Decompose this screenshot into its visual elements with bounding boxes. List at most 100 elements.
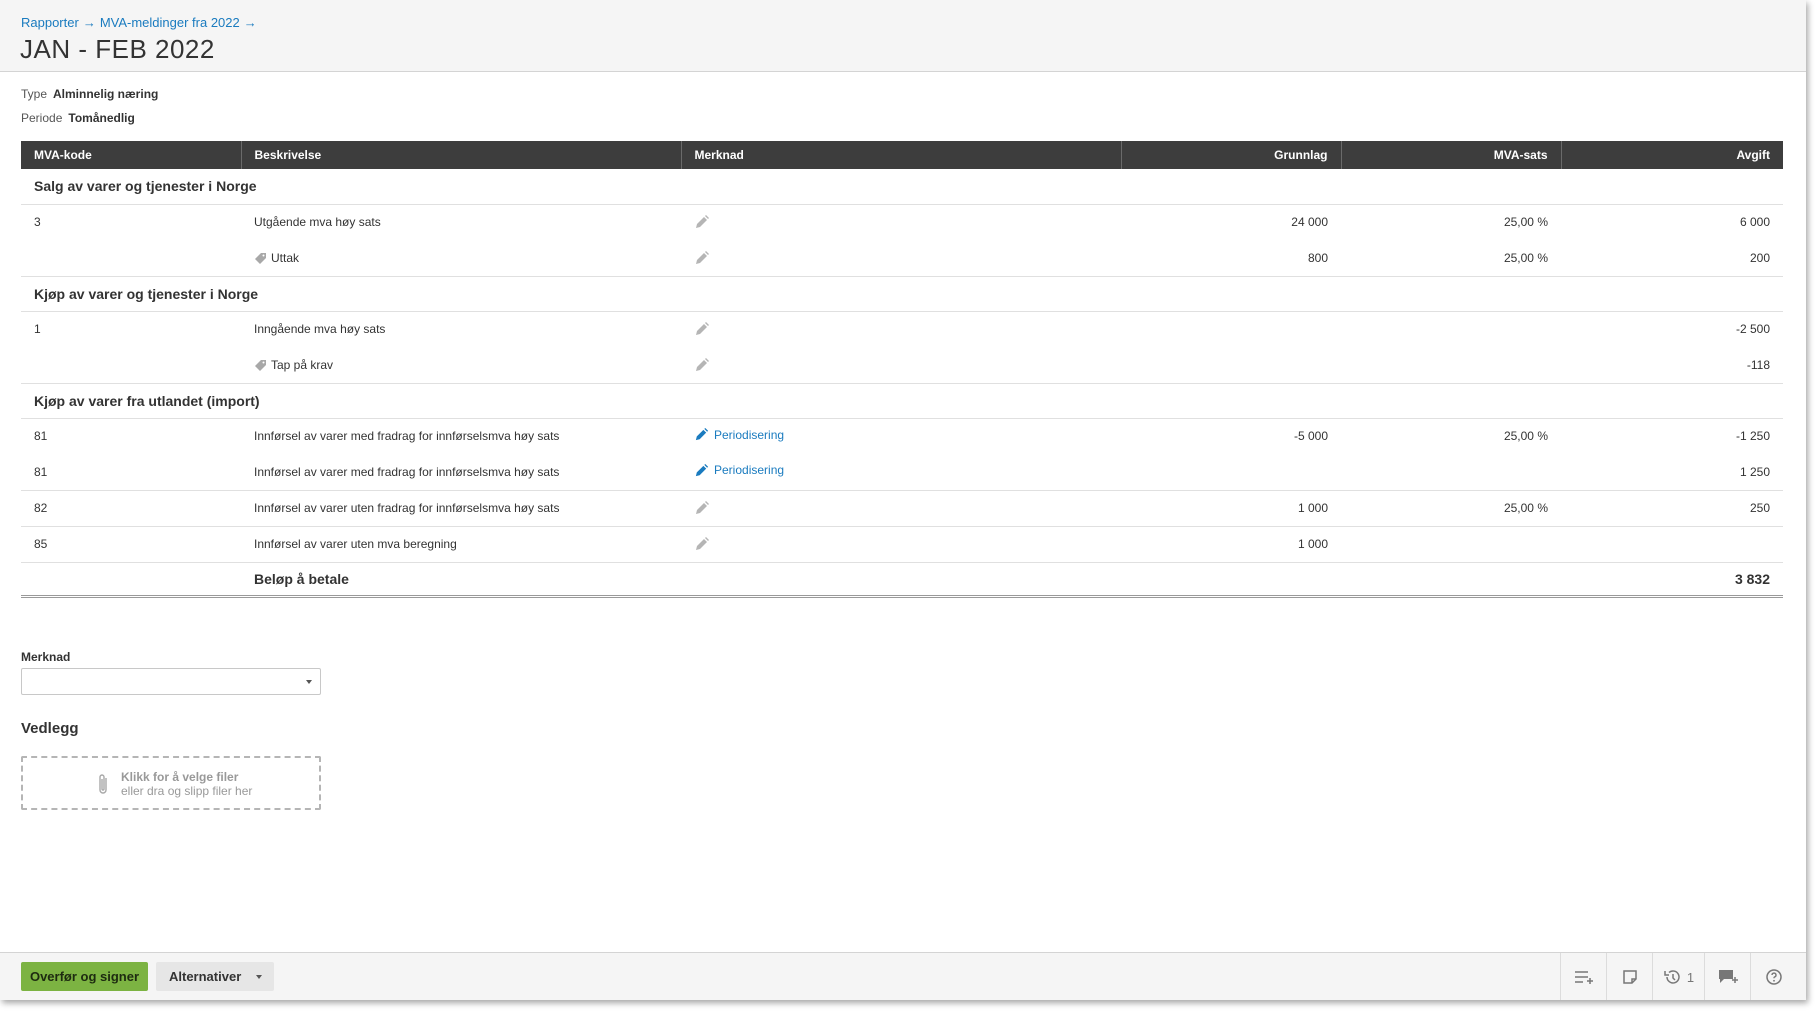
cell-base[interactable]: 800 [1121,240,1341,277]
edit-pencil-icon[interactable] [694,250,710,266]
cell-base[interactable] [1121,347,1341,384]
cell-note: Periodisering [681,454,1121,491]
cell-code: 82 [21,490,241,527]
periodisering-link[interactable]: Periodisering [694,463,784,478]
table-header-row: MVA-kode Beskrivelse Merknad Grunnlag MV… [21,141,1783,169]
cell-note [681,311,1121,347]
cell-desc: Inngående mva høy sats [254,322,386,337]
group-title: Salg av varer og tjenester i Norge [21,169,1783,205]
cell-base[interactable]: 24 000 [1121,204,1341,240]
tag-icon [254,359,267,372]
group-title: Kjøp av varer og tjenester i Norge [21,276,1783,312]
cell-fee[interactable]: -1 250 [1561,418,1783,454]
attachments-title: Vedlegg [21,720,79,737]
cell-note [681,490,1121,527]
cell-rate [1341,526,1561,563]
group-title: Kjøp av varer fra utlandet (import) [21,383,1783,419]
cell-desc: Uttak [241,240,681,277]
cell-fee[interactable]: 250 [1561,490,1783,527]
breadcrumb-vat-returns[interactable]: MVA-meldinger fra 2022 [100,15,240,30]
table-row: 81 Innførsel av varer med fradrag for in… [21,418,1783,454]
dropzone-primary-text: Klikk for å velge filer [121,770,239,784]
cell-desc-text: Tap på krav [271,357,334,372]
cell-fee[interactable]: 6 000 [1561,204,1783,240]
cell-code: 85 [21,526,241,563]
help-icon [1765,969,1782,985]
periodisering-label: Periodisering [714,463,785,478]
paperclip-icon [97,772,109,801]
col-header-base[interactable]: Grunnlag [1120,141,1341,169]
meta-period-value: Tomånedlig [68,111,135,125]
cell-note [681,526,1121,563]
col-header-fee[interactable]: Avgift [1560,141,1783,169]
cell-base[interactable] [1121,454,1341,491]
cell-rate: 25,00 % [1341,240,1561,277]
help-button[interactable] [1750,953,1796,1000]
cell-code [21,240,241,277]
alternatives-button[interactable]: Alternativer [156,962,274,991]
total-spacer [1341,562,1561,598]
meta-period: Periode Tomånedlig [21,111,135,125]
meta-period-label: Periode [21,111,63,125]
edit-pencil-icon[interactable] [694,321,710,337]
cell-desc: Innførsel av varer med fradrag for innfø… [241,454,681,491]
action-footer: Overfør og signer Alternativer 1 [0,952,1806,1000]
total-label: Beløp å betale [241,562,681,598]
note-label: Merknad [21,650,71,664]
cell-base[interactable]: 1 000 [1121,526,1341,563]
cell-base[interactable]: 1 000 [1121,490,1341,527]
chevron-down-icon [256,975,262,979]
transfer-and-sign-button[interactable]: Overfør og signer [21,962,148,991]
cell-desc: Utgående mva høy sats [254,215,381,230]
history-button[interactable]: 1 [1652,953,1704,1000]
col-header-code[interactable]: MVA-kode [21,141,241,169]
cell-fee[interactable]: 1 250 [1561,454,1783,491]
cell-code: 81 [34,429,48,444]
note-icon [1622,970,1637,984]
table-row: Uttak 800 25,00 % 200 [21,240,1783,277]
cell-fee[interactable]: -2 500 [1561,311,1783,347]
cell-base[interactable] [1121,311,1341,347]
col-header-note[interactable]: Merknad [680,141,1121,169]
table-row: 81 Innførsel av varer med fradrag for in… [21,454,1783,491]
edit-pencil-icon[interactable] [694,214,710,230]
task-list-button[interactable] [1560,953,1606,1000]
cell-note: Periodisering [681,418,1121,454]
alternatives-label: Alternativer [169,969,242,984]
dropzone-secondary-text: eller dra og slipp filer her [121,784,253,798]
group-row: Kjøp av varer og tjenester i Norge [21,276,1783,312]
total-value[interactable]: 3 832 [1561,562,1783,598]
cell-rate [1341,454,1561,491]
group-row: Kjøp av varer fra utlandet (import) [21,383,1783,419]
cell-fee[interactable] [1561,526,1783,563]
cell-desc: Innførsel av varer uten fradrag for innf… [241,490,681,527]
periodisering-link[interactable]: Periodisering [694,427,784,442]
cell-rate [1341,347,1561,384]
cell-rate [1341,311,1561,347]
breadcrumb: Rapporter → MVA-meldinger fra 2022 → [21,15,261,30]
cell-code [21,347,241,384]
edit-pencil-icon [695,463,709,476]
total-spacer [21,562,241,598]
add-comment-button[interactable] [1704,953,1750,1000]
vat-table: MVA-kode Beskrivelse Merknad Grunnlag MV… [21,141,1783,598]
tag-icon [254,252,267,265]
cell-fee[interactable]: -118 [1561,347,1783,384]
cell-fee[interactable]: 200 [1561,240,1783,277]
cell-note [681,240,1121,277]
cell-rate: 25,00 % [1503,429,1548,444]
periodisering-label: Periodisering [714,427,785,442]
col-header-desc[interactable]: Beskrivelse [240,141,681,169]
edit-pencil-icon[interactable] [694,500,710,516]
note-button[interactable] [1606,953,1652,1000]
note-select[interactable] [21,668,321,695]
history-icon [1664,970,1680,984]
col-header-rate[interactable]: MVA-sats [1340,141,1561,169]
app-window: Rapporter → MVA-meldinger fra 2022 → JAN - … [0,0,1806,1000]
file-dropzone[interactable]: Klikk for å velge filer eller dra og sli… [21,756,321,810]
edit-pencil-icon[interactable] [694,357,710,373]
breadcrumb-reports[interactable]: Rapporter [21,15,79,30]
cell-base[interactable]: -5 000 [1121,418,1341,454]
task-list-icon [1574,971,1593,984]
edit-pencil-icon[interactable] [694,536,710,552]
